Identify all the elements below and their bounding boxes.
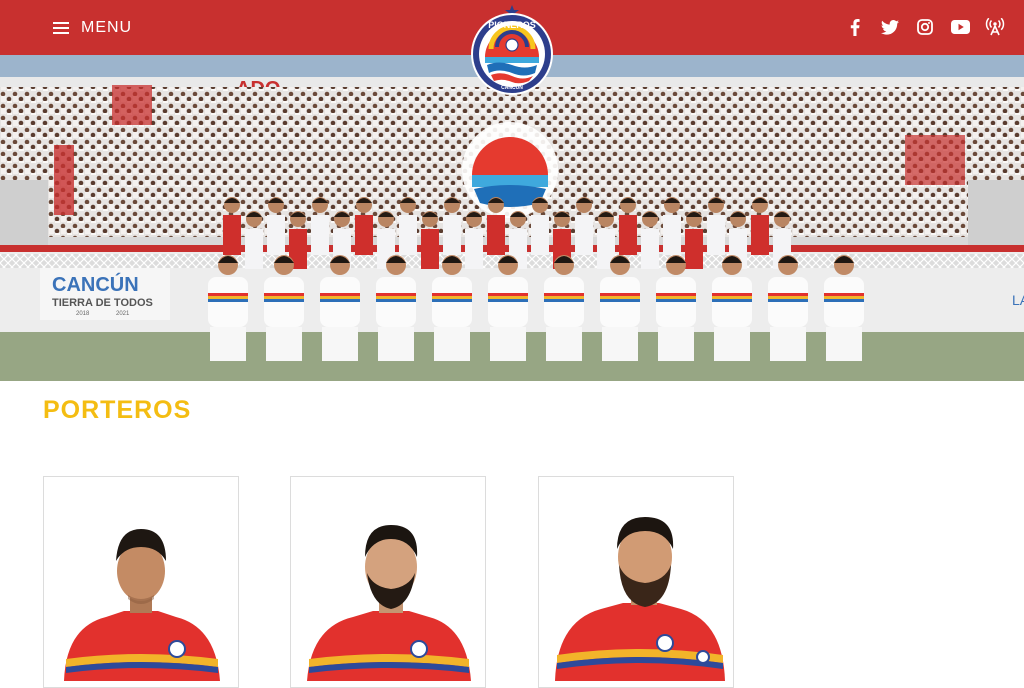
logo-text-top: PIONEROS bbox=[488, 20, 536, 30]
instagram-icon[interactable] bbox=[914, 16, 936, 38]
player-card[interactable] bbox=[290, 476, 486, 688]
youtube-icon[interactable] bbox=[949, 16, 971, 38]
player-photo bbox=[44, 477, 238, 687]
logo-text-bottom: CANCÚN bbox=[501, 84, 523, 91]
menu-label: MENU bbox=[81, 19, 133, 36]
player-card[interactable] bbox=[43, 476, 239, 688]
hamburger-icon bbox=[53, 22, 69, 34]
menu-button[interactable]: MENU bbox=[53, 17, 132, 39]
section-title: PORTEROS bbox=[43, 396, 192, 424]
team-photo-banner: ADO CANCÚN TIERRA DE TODOS 2018 2021 LA bbox=[0, 55, 1024, 381]
social-links bbox=[831, 16, 1006, 38]
twitter-icon[interactable] bbox=[879, 16, 901, 38]
sign-subtitle: TIERRA DE TODOS bbox=[52, 297, 153, 309]
sign-year-start: 2018 bbox=[76, 311, 90, 317]
player-photo bbox=[291, 477, 485, 687]
radio-broadcast-icon[interactable] bbox=[984, 16, 1006, 38]
sign-title: CANCÚN bbox=[52, 272, 139, 296]
sign-edge-text: LA bbox=[1012, 292, 1024, 308]
player-photo bbox=[539, 477, 733, 687]
club-logo[interactable]: PIONEROS CANCÚN bbox=[469, 5, 555, 97]
sign-year-end: 2021 bbox=[116, 311, 130, 317]
facebook-icon[interactable] bbox=[844, 16, 866, 38]
player-card[interactable] bbox=[538, 476, 734, 688]
